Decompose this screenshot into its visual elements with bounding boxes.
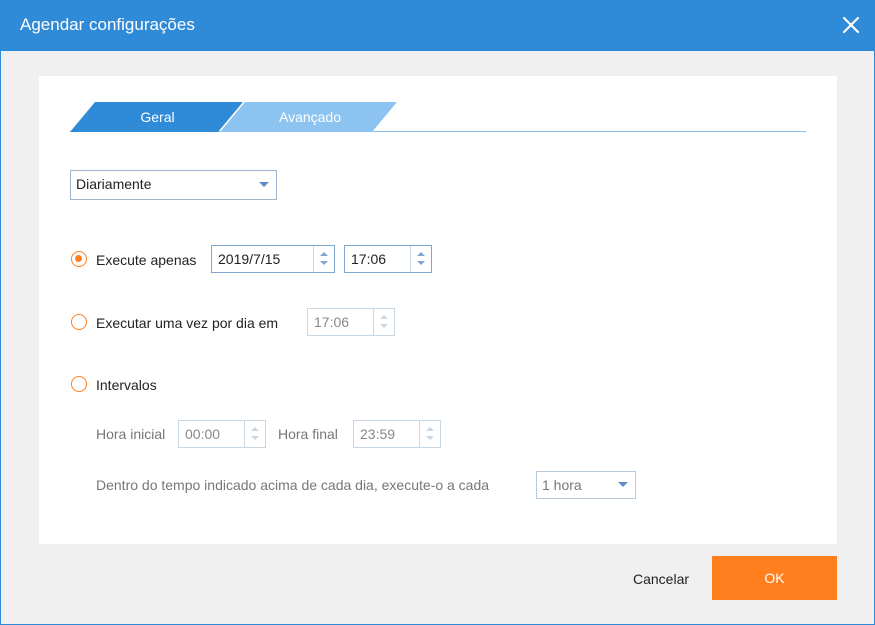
up-down-arrows-icon xyxy=(410,246,431,272)
repeat-interval-select[interactable]: 1 hora xyxy=(536,471,636,499)
tab-bar: Avançado Geral xyxy=(70,102,806,132)
daily-time-spinner[interactable] xyxy=(307,308,395,336)
start-time-input[interactable] xyxy=(179,421,243,447)
daily-row: Executar uma vez por dia em xyxy=(71,312,321,334)
daily-time-input[interactable] xyxy=(308,309,372,335)
start-time-spinner[interactable] xyxy=(178,420,266,448)
start-decrement-arrow[interactable] xyxy=(251,436,259,440)
intervals-row: Intervalos xyxy=(71,374,221,396)
daily-increment-arrow[interactable] xyxy=(380,315,388,319)
end-time-label: Hora final xyxy=(278,426,338,442)
frequency-select[interactable]: Diariamente xyxy=(70,170,277,200)
up-down-arrows-icon xyxy=(373,309,394,335)
time-decrement-arrow[interactable] xyxy=(417,261,425,265)
daily-radio[interactable] xyxy=(71,314,87,330)
tab-geral[interactable]: Geral xyxy=(70,102,245,132)
chevron-down-icon xyxy=(259,182,269,187)
frequency-value: Diariamente xyxy=(76,176,152,192)
up-down-arrows-icon xyxy=(244,421,265,447)
title-bar: Agendar configurações xyxy=(1,1,874,51)
end-decrement-arrow[interactable] xyxy=(426,436,434,440)
intervals-label: Intervalos xyxy=(96,377,157,393)
ok-button[interactable]: OK xyxy=(712,556,837,600)
dialog-title: Agendar configurações xyxy=(20,15,195,34)
cancel-button[interactable]: Cancelar xyxy=(621,567,701,591)
up-down-arrows-icon xyxy=(419,421,440,447)
run-once-time-spinner[interactable] xyxy=(344,245,432,273)
daily-label: Executar uma vez por dia em xyxy=(96,315,279,331)
run-once-radio[interactable] xyxy=(71,251,87,267)
run-once-date-spinner[interactable] xyxy=(211,245,335,273)
run-once-date-input[interactable] xyxy=(212,246,312,272)
schedule-settings-dialog: Agendar configurações Avançado Geral Dia… xyxy=(0,0,875,625)
time-increment-arrow[interactable] xyxy=(417,252,425,256)
close-button[interactable] xyxy=(840,14,862,36)
chevron-down-icon xyxy=(618,482,628,487)
settings-panel: Avançado Geral Diariamente Execute apena… xyxy=(39,76,837,544)
end-increment-arrow[interactable] xyxy=(426,427,434,431)
tab-avancado-label: Avançado xyxy=(278,109,341,125)
tab-avancado[interactable]: Avançado xyxy=(220,102,400,132)
date-increment-arrow[interactable] xyxy=(320,252,328,256)
repeat-label: Dentro do tempo indicado acima de cada d… xyxy=(96,477,490,493)
up-down-arrows-icon xyxy=(313,246,334,272)
end-time-input[interactable] xyxy=(354,421,418,447)
daily-decrement-arrow[interactable] xyxy=(380,324,388,328)
run-once-label: Execute apenas xyxy=(96,252,197,268)
end-time-spinner[interactable] xyxy=(353,420,441,448)
repeat-interval-value: 1 hora xyxy=(542,477,582,493)
start-increment-arrow[interactable] xyxy=(251,427,259,431)
start-time-label: Hora inicial xyxy=(96,426,166,442)
tab-geral-label: Geral xyxy=(140,109,175,125)
intervals-radio[interactable] xyxy=(71,376,87,392)
run-once-time-input[interactable] xyxy=(345,246,409,272)
close-icon xyxy=(842,16,860,34)
date-decrement-arrow[interactable] xyxy=(320,261,328,265)
